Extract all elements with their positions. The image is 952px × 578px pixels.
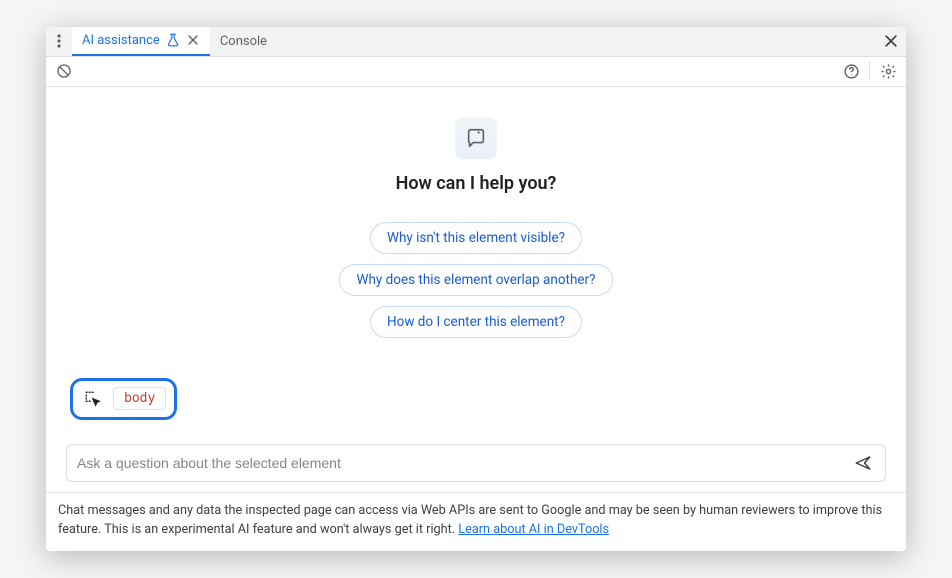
suggestion-chip[interactable]: How do I center this element? (370, 306, 582, 338)
element-picker-icon (84, 390, 102, 408)
clear-button[interactable] (54, 61, 74, 81)
prompt-input-row (66, 444, 886, 482)
clear-icon (56, 63, 72, 79)
flask-icon (166, 33, 180, 47)
element-picker-button[interactable] (81, 387, 105, 411)
tab-close-button[interactable] (186, 33, 200, 47)
panel-close-button[interactable] (876, 27, 906, 56)
kebab-icon (57, 34, 61, 48)
tab-label: AI assistance (82, 33, 160, 48)
tab-console[interactable]: Console (210, 27, 277, 56)
heading: How can I help you? (396, 173, 557, 194)
toolbar-divider (869, 62, 870, 80)
tab-strip: AI assistance Console (46, 27, 906, 57)
prompt-input[interactable] (77, 455, 851, 471)
suggestion-chip[interactable]: Why isn't this element visible? (370, 222, 582, 254)
help-button[interactable] (841, 61, 861, 81)
send-button[interactable] (851, 451, 875, 475)
suggestion-chips: Why isn't this element visible? Why does… (339, 222, 612, 338)
more-menu-button[interactable] (46, 27, 72, 56)
tab-ai-assistance[interactable]: AI assistance (72, 27, 210, 56)
spark-chat-icon (465, 127, 487, 149)
selected-element-tag[interactable]: body (113, 387, 166, 410)
close-icon (188, 35, 198, 45)
close-icon (885, 35, 897, 47)
help-icon (843, 63, 860, 80)
spark-icon-box (455, 117, 497, 159)
toolbar (46, 57, 906, 87)
gear-icon (880, 63, 897, 80)
disclaimer: Chat messages and any data the inspected… (46, 492, 906, 551)
disclaimer-link[interactable]: Learn about AI in DevTools (458, 522, 609, 537)
context-selector: body (70, 378, 177, 420)
tab-label: Console (220, 34, 267, 49)
settings-button[interactable] (878, 61, 898, 81)
suggestion-chip[interactable]: Why does this element overlap another? (339, 264, 612, 296)
devtools-panel: AI assistance Console (46, 27, 906, 551)
send-icon (854, 454, 872, 472)
main-area: How can I help you? Why isn't this eleme… (46, 87, 906, 492)
